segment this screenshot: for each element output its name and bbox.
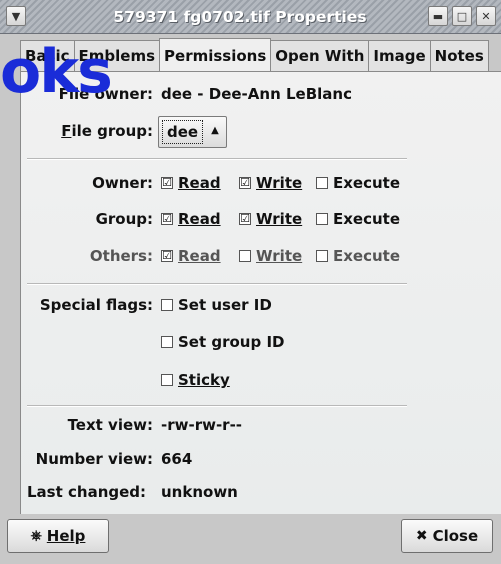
maximize-icon: □ — [456, 9, 468, 23]
checkbox-checked-icon: ☑ — [161, 176, 173, 189]
last-changed-label: Last changed: — [27, 483, 147, 501]
separator — [27, 283, 407, 285]
close-window-button[interactable]: ✕ — [476, 6, 496, 26]
file-group-combo[interactable]: dee ▲ — [158, 116, 227, 148]
separator — [27, 405, 407, 407]
set-group-id-checkbox[interactable]: Set group ID — [161, 333, 284, 351]
tab-permissions[interactable]: Permissions — [159, 38, 272, 72]
tab-open-with[interactable]: Open With — [270, 40, 370, 72]
minimize-icon: ▬ — [432, 9, 444, 23]
group-perm-label: Group: — [95, 210, 153, 228]
window-menu-button[interactable]: ▼ — [6, 6, 26, 26]
permissions-panel: File owner: dee - Dee-Ann LeBlanc File g… — [20, 71, 501, 514]
group-execute-checkbox[interactable]: Execute — [316, 210, 400, 228]
owner-perm-label: Owner: — [92, 174, 153, 192]
others-write-checkbox[interactable]: Write — [239, 247, 302, 265]
watermark-text: oks — [0, 37, 113, 107]
checkbox-unchecked-icon — [316, 250, 328, 262]
checkbox-checked-icon: ☑ — [161, 212, 173, 225]
last-changed-value: unknown — [161, 483, 238, 501]
others-read-checkbox[interactable]: ☑ Read — [161, 247, 221, 265]
owner-write-checkbox[interactable]: ☑ Write — [239, 174, 302, 192]
close-icon: ✕ — [481, 9, 491, 23]
title-bar[interactable]: ▼ 579371 fg0702.tif Properties ▬ □ ✕ — [0, 0, 501, 34]
tab-notes[interactable]: Notes — [429, 40, 489, 72]
maximize-button[interactable]: □ — [452, 6, 472, 26]
window-title: 579371 fg0702.tif Properties — [113, 8, 367, 26]
text-view-value: -rw-rw-r-- — [161, 416, 243, 434]
others-execute-checkbox[interactable]: Execute — [316, 247, 400, 265]
checkbox-unchecked-icon — [161, 299, 173, 311]
group-read-checkbox[interactable]: ☑ Read — [161, 210, 221, 228]
others-perm-label: Others: — [89, 247, 153, 265]
checkbox-unchecked-icon — [161, 336, 173, 348]
help-button[interactable]: ⎈ Help — [7, 519, 109, 553]
chevron-down-icon: ▼ — [11, 9, 21, 23]
set-user-id-checkbox[interactable]: Set user ID — [161, 296, 272, 314]
text-view-label: Text view: — [67, 416, 153, 434]
separator — [27, 158, 407, 160]
group-write-checkbox[interactable]: ☑ Write — [239, 210, 302, 228]
close-icon: ✖ — [415, 528, 428, 544]
close-button[interactable]: ✖ Close — [401, 519, 493, 553]
help-icon: ⎈ — [30, 528, 42, 544]
owner-execute-checkbox[interactable]: Execute — [316, 174, 400, 192]
sticky-checkbox[interactable]: Sticky — [161, 371, 230, 389]
minimize-button[interactable]: ▬ — [428, 6, 448, 26]
file-owner-value: dee - Dee-Ann LeBlanc — [161, 85, 352, 103]
checkbox-unchecked-icon — [316, 213, 328, 225]
tab-image[interactable]: Image — [368, 40, 431, 72]
owner-read-checkbox[interactable]: ☑ Read — [161, 174, 221, 192]
special-flags-label: Special flags: — [39, 296, 153, 314]
file-group-label: File group: — [61, 122, 153, 140]
checkbox-unchecked-icon — [161, 374, 173, 386]
checkbox-unchecked-icon — [239, 250, 251, 262]
checkbox-checked-icon: ☑ — [161, 249, 173, 262]
checkbox-unchecked-icon — [316, 177, 328, 189]
number-view-label: Number view: — [35, 450, 153, 468]
file-group-value: dee — [162, 120, 203, 144]
number-view-value: 664 — [161, 450, 193, 468]
chevron-down-icon: ▲ — [211, 125, 219, 136]
checkbox-checked-icon: ☑ — [239, 212, 251, 225]
checkbox-checked-icon: ☑ — [239, 176, 251, 189]
